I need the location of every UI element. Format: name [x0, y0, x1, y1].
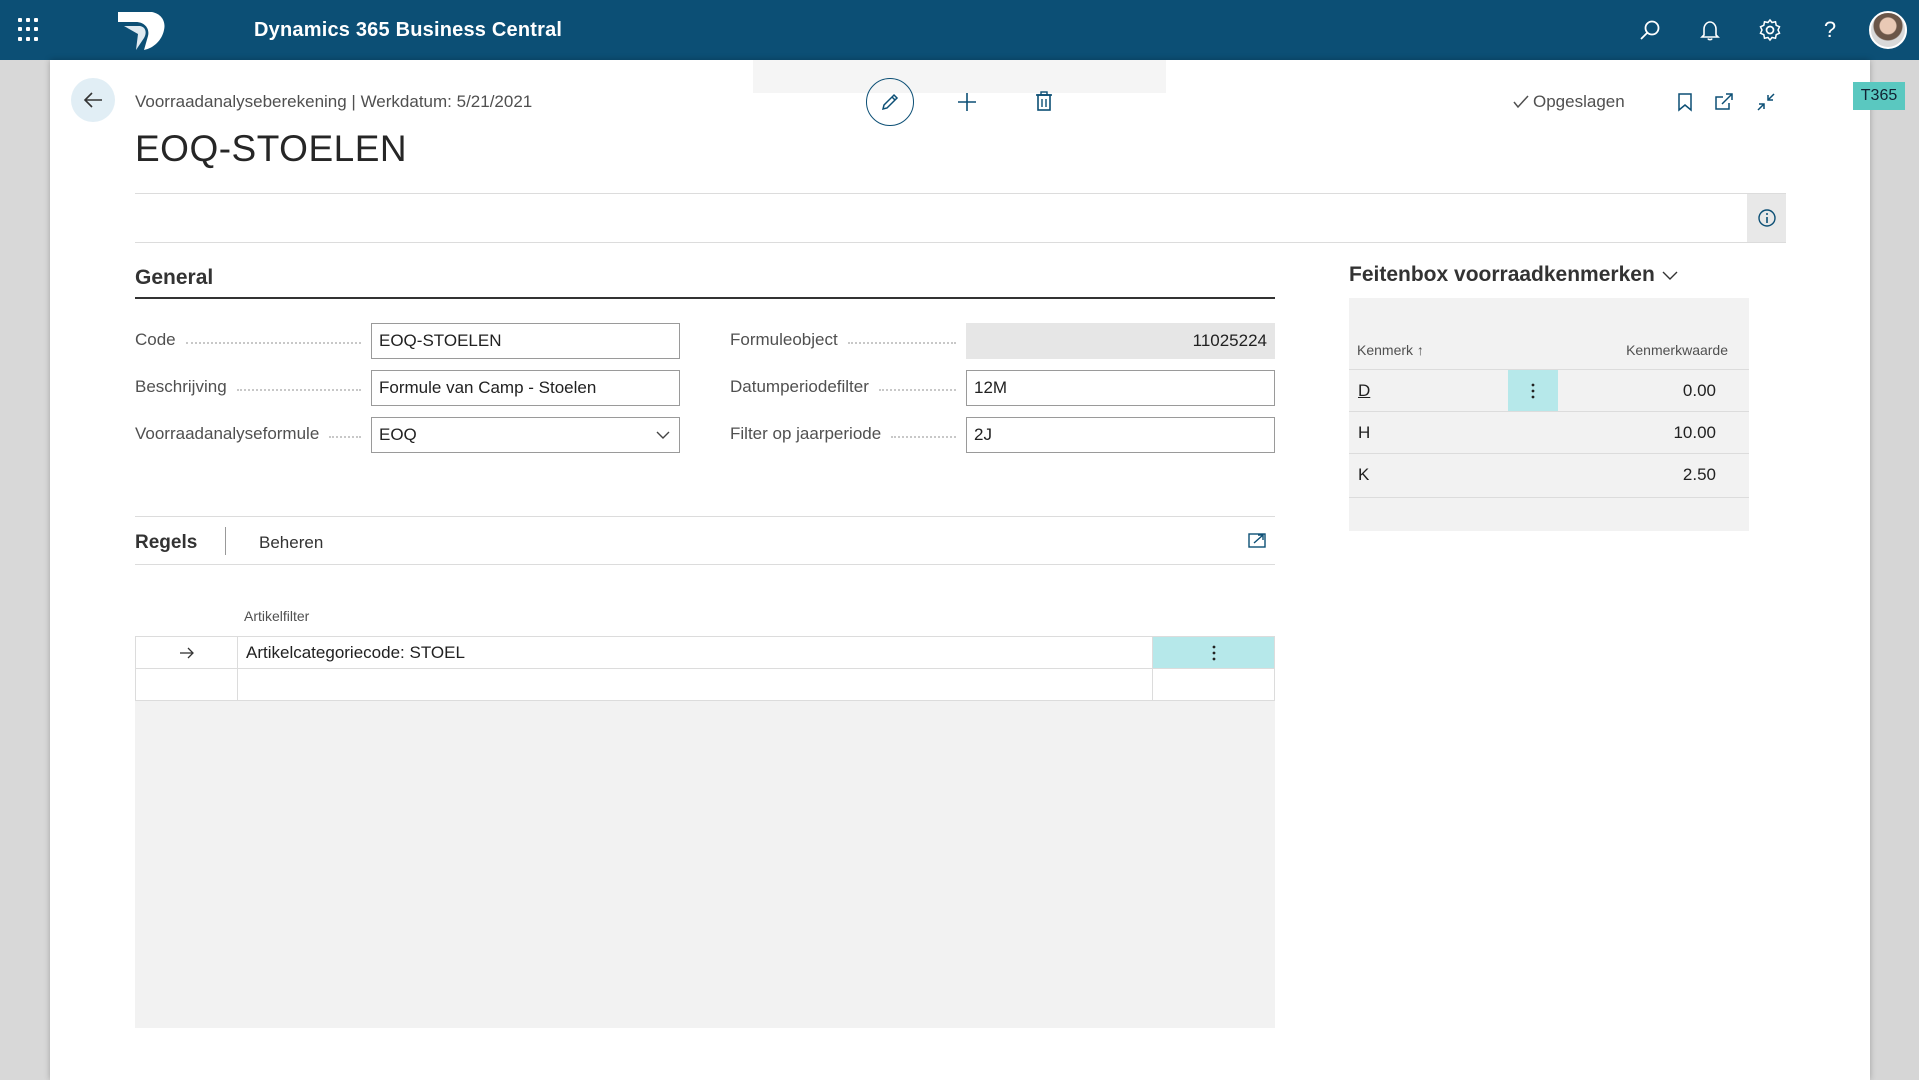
bell-icon[interactable]: [1694, 14, 1726, 46]
list-item[interactable]: K 2.50: [1349, 453, 1749, 495]
arrow-right-icon: [179, 647, 194, 658]
app-title: Dynamics 365 Business Central: [254, 19, 563, 41]
jaarperiode-field[interactable]: 2J: [966, 417, 1275, 453]
background-left: [0, 60, 50, 1080]
more-vertical-icon: [1212, 645, 1215, 660]
section-divider: [135, 297, 1275, 299]
breadcrumb: Voorraadanalyseberekening | Werkdatum: 5…: [135, 92, 533, 111]
info-icon: [1757, 209, 1776, 227]
formule-label: Voorraadanalyseformule: [135, 424, 371, 444]
list-item[interactable]: H 10.00: [1349, 411, 1749, 453]
list-item[interactable]: D 0.00: [1349, 369, 1749, 411]
datumperiodefilter-field[interactable]: 12M: [966, 370, 1275, 406]
regels-toolbar: Regels Beheren: [135, 516, 1275, 565]
more-vertical-icon: [1531, 383, 1535, 398]
toolbar-separator: [225, 527, 226, 555]
help-icon[interactable]: ?: [1814, 14, 1846, 46]
search-icon[interactable]: [1634, 14, 1666, 46]
formule-select-value: EOQ: [379, 425, 417, 444]
expand-part-button[interactable]: [1247, 531, 1267, 554]
app-launcher-icon[interactable]: [18, 18, 42, 42]
kenmerkwaarde-cell: 0.00: [1682, 381, 1716, 400]
kenmerkwaarde-column-header[interactable]: Kenmerkwaarde: [1626, 342, 1728, 358]
code-field[interactable]: EOQ-STOELEN: [371, 323, 680, 359]
info-button[interactable]: [1747, 194, 1786, 242]
chevron-down-icon: [1662, 271, 1678, 280]
background-right: [1870, 60, 1919, 1080]
artikelfilter-cell[interactable]: Artikelcategoriecode: STOEL: [246, 637, 465, 668]
pencil-icon: [881, 93, 899, 111]
beschrijving-label: Beschrijving: [135, 377, 371, 397]
row-menu-button[interactable]: [1152, 637, 1274, 668]
open-new-window-button[interactable]: [1708, 86, 1740, 118]
beheren-button[interactable]: Beheren: [259, 533, 323, 553]
plus-icon: [958, 93, 976, 111]
regels-title[interactable]: Regels: [135, 532, 197, 554]
checkmark-icon: [1513, 95, 1529, 109]
formuleobject-label: Formuleobject: [730, 330, 966, 350]
app-bar: Dynamics 365 Business Central ?: [0, 0, 1919, 60]
list-end-divider: [1349, 497, 1749, 498]
edit-button[interactable]: [866, 78, 914, 126]
formule-select[interactable]: EOQ: [371, 417, 680, 453]
row-indicator: [136, 637, 238, 668]
formuleobject-field: 11025224: [966, 323, 1275, 359]
row-menu-button[interactable]: [1508, 370, 1558, 411]
kenmerkwaarde-cell: 10.00: [1673, 423, 1716, 442]
business-central-logo: [118, 12, 165, 50]
kenmerk-cell: K: [1358, 465, 1370, 484]
jaarperiode-label: Filter op jaarperiode: [730, 424, 966, 444]
delete-button[interactable]: [1028, 86, 1060, 118]
datumperiodefilter-label: Datumperiodefilter: [730, 377, 966, 397]
regels-grid: Artikelcategoriecode: STOEL: [135, 636, 1275, 1028]
kenmerk-cell[interactable]: D: [1358, 381, 1370, 401]
chevron-down-icon: [656, 431, 670, 439]
artikelfilter-column-header[interactable]: Artikelfilter: [244, 608, 309, 624]
open-in-new-icon: [1248, 533, 1266, 548]
arrow-left-icon: [83, 92, 102, 108]
new-button[interactable]: [951, 86, 983, 118]
kenmerk-column-header[interactable]: Kenmerk ↑: [1357, 342, 1424, 358]
environment-badge: T365: [1853, 82, 1905, 110]
info-strip: [135, 193, 1786, 243]
table-row[interactable]: Artikelcategoriecode: STOEL: [135, 636, 1275, 669]
gear-icon[interactable]: [1754, 14, 1786, 46]
bookmark-icon: [1678, 93, 1692, 112]
back-button[interactable]: [71, 78, 115, 122]
save-status-label: Opgeslagen: [1533, 92, 1625, 111]
factbox-panel: Kenmerk ↑ Kenmerkwaarde D 0.00 H 10.00 K…: [1349, 298, 1749, 531]
page-title: EOQ-STOELEN: [135, 128, 408, 169]
factbox-title[interactable]: Feitenbox voorraadkenmerken: [1349, 263, 1679, 287]
open-in-new-icon: [1715, 93, 1733, 110]
avatar[interactable]: [1869, 11, 1907, 49]
table-row[interactable]: [135, 668, 1275, 701]
collapse-icon: [1757, 93, 1775, 111]
row-indicator: [136, 669, 238, 700]
kenmerkwaarde-cell: 2.50: [1682, 465, 1716, 484]
trash-icon: [1036, 91, 1052, 111]
code-label: Code: [135, 330, 371, 350]
beschrijving-field[interactable]: Formule van Camp - Stoelen: [371, 370, 680, 406]
general-section-title[interactable]: General: [135, 266, 213, 290]
save-status: Opgeslagen: [1512, 92, 1625, 112]
bookmark-button[interactable]: [1669, 86, 1701, 118]
collapse-button[interactable]: [1750, 86, 1782, 118]
kenmerk-cell: H: [1358, 423, 1371, 442]
factbox-title-label: Feitenbox voorraadkenmerken: [1349, 263, 1655, 286]
row-menu-cell: [1152, 669, 1274, 700]
